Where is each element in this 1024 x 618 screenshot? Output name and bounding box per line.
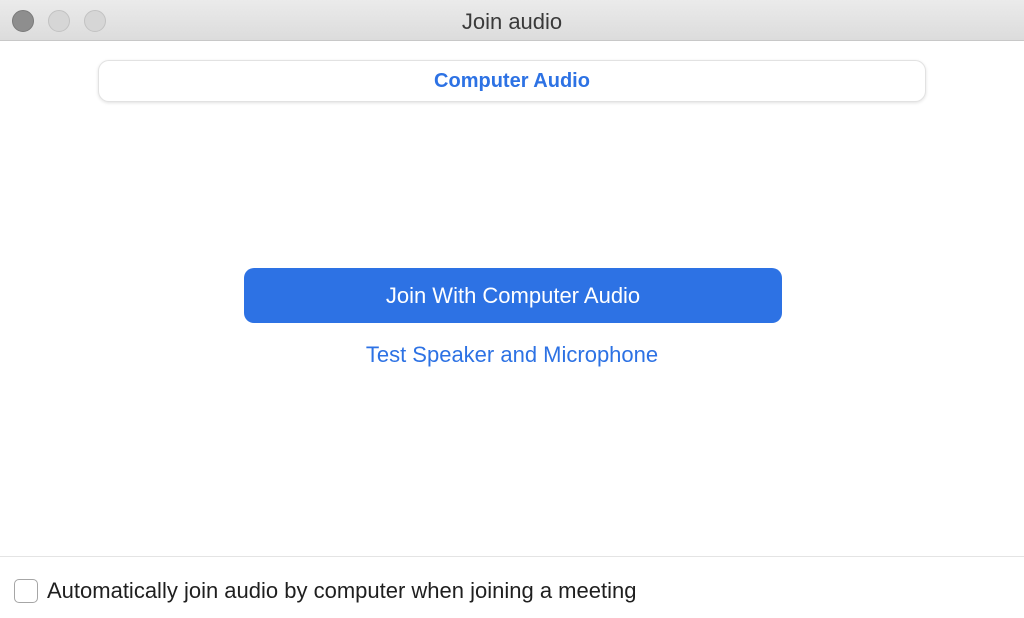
join-with-computer-audio-button[interactable]: Join With Computer Audio	[244, 268, 782, 323]
footer-divider	[0, 556, 1024, 557]
test-speaker-microphone-link[interactable]: Test Speaker and Microphone	[0, 342, 1024, 368]
auto-join-checkbox[interactable]	[14, 579, 38, 603]
auto-join-row[interactable]: Automatically join audio by computer whe…	[14, 576, 636, 606]
window-title: Join audio	[461, 9, 563, 34]
join-audio-window: Join audio Computer Audio Join With Comp…	[0, 0, 1024, 618]
tab-computer-audio[interactable]: Computer Audio	[98, 60, 926, 102]
title-bar: Join audio	[0, 0, 1024, 41]
auto-join-label[interactable]: Automatically join audio by computer whe…	[47, 578, 636, 604]
